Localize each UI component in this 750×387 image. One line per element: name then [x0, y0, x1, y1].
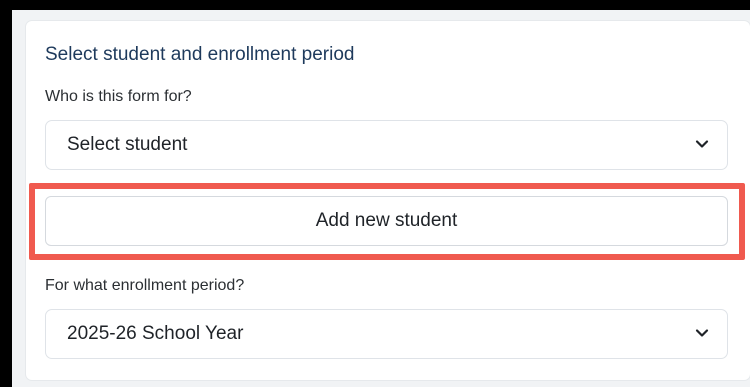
enrollment-period-value: 2025-26 School Year	[67, 323, 244, 344]
student-field-label: Who is this form for?	[45, 88, 192, 105]
section-title: Select student and enrollment period	[45, 44, 355, 65]
enrollment-period-select[interactable]: 2025-26 School Year	[45, 309, 728, 359]
add-new-student-button[interactable]: Add new student	[45, 196, 728, 246]
chevron-down-icon	[695, 140, 709, 148]
student-select-value: Select student	[67, 134, 188, 155]
period-field-label: For what enrollment period?	[45, 277, 245, 294]
student-select[interactable]: Select student	[45, 120, 728, 170]
chevron-down-icon	[695, 329, 709, 337]
